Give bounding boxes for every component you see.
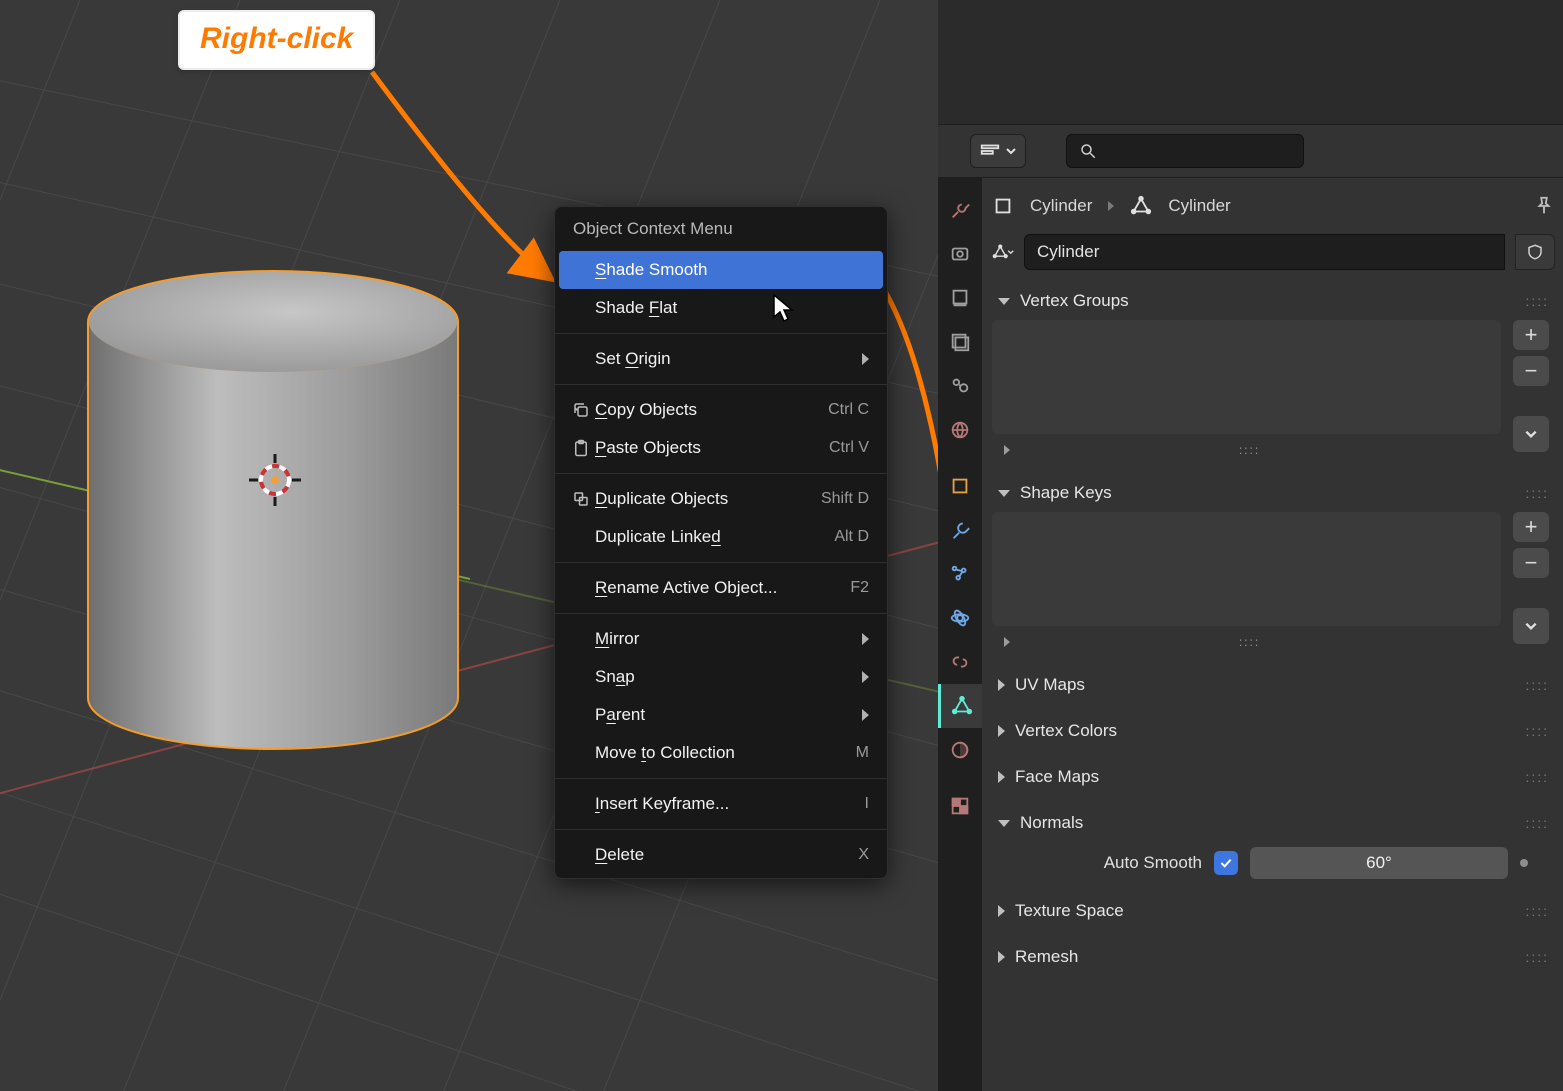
tab-scene[interactable] [938,364,982,408]
menu-duplicate-objects[interactable]: Duplicate Objects Shift D [555,480,887,518]
panel-vertex-groups-header[interactable]: Vertex Groups :::: [992,282,1555,320]
vertex-groups-list[interactable] [992,320,1501,434]
tab-texture[interactable] [938,784,982,828]
tab-particles[interactable] [938,552,982,596]
menu-shade-flat[interactable]: Shade Flat [555,289,887,327]
fake-user-toggle[interactable] [1515,234,1555,270]
disclosure-down-icon [998,820,1010,827]
properties-tab-strip [938,178,982,1091]
tab-tool[interactable] [938,188,982,232]
menu-parent[interactable]: Parent [555,696,887,734]
disclosure-down-icon [998,298,1010,305]
breadcrumb-data[interactable]: Cylinder [1168,196,1230,216]
mouse-cursor-icon [772,293,796,325]
drag-handle-icon[interactable]: :::: [1525,903,1549,919]
tab-view-layer[interactable] [938,320,982,364]
remove-button[interactable]: − [1513,356,1549,386]
context-menu-title: Object Context Menu [555,207,887,251]
tab-object[interactable] [938,464,982,508]
callout-text: Right-click [200,22,353,55]
drag-handle-icon[interactable]: :::: [1525,723,1549,739]
panel-texture-space-header[interactable]: Texture Space :::: [992,892,1555,930]
expand-icon[interactable] [1004,445,1010,455]
chevron-right-icon [862,709,869,721]
menu-shade-smooth[interactable]: Shade Smooth [559,251,883,289]
tab-output[interactable] [938,276,982,320]
panel-face-maps-header[interactable]: Face Maps :::: [992,758,1555,796]
duplicate-icon [567,490,595,508]
tab-render[interactable] [938,232,982,276]
menu-copy-objects[interactable]: Copy Objects Ctrl C [555,391,887,429]
paste-icon [567,439,595,457]
disclosure-down-icon [998,490,1010,497]
properties-editor: Cylinder Cylinder Cylinder [938,178,1563,1091]
chevron-right-icon [1108,201,1114,211]
disclosure-right-icon [998,951,1005,963]
panel-normals-header[interactable]: Normals :::: [992,804,1555,842]
panel-remesh-header[interactable]: Remesh :::: [992,938,1555,976]
chevron-right-icon [862,353,869,365]
specials-menu-button[interactable] [1513,608,1549,644]
panel-uv-maps-header[interactable]: UV Maps :::: [992,666,1555,704]
tab-material[interactable] [938,728,982,772]
cylinder-object[interactable] [89,272,457,748]
tab-physics[interactable] [938,596,982,640]
resize-handle-icon[interactable]: :::: [1239,443,1260,457]
expand-icon[interactable] [1004,637,1010,647]
panel-vertex-colors-header[interactable]: Vertex Colors :::: [992,712,1555,750]
auto-smooth-checkbox[interactable] [1214,851,1238,875]
menu-delete[interactable]: Delete X [555,836,887,874]
breadcrumb: Cylinder Cylinder [992,188,1555,224]
outliner-area[interactable] [938,0,1563,124]
disclosure-right-icon [998,679,1005,691]
chevron-right-icon [862,671,869,683]
drag-handle-icon[interactable]: :::: [1525,677,1549,693]
drag-handle-icon[interactable]: :::: [1525,293,1549,309]
menu-paste-objects[interactable]: Paste Objects Ctrl V [555,429,887,467]
mesh-name-input[interactable]: Cylinder [1024,234,1505,270]
search-icon [1079,142,1097,160]
disclosure-right-icon [998,771,1005,783]
menu-mirror[interactable]: Mirror [555,620,887,658]
disclosure-right-icon [998,725,1005,737]
object-context-menu: Object Context Menu Shade Smooth Shade F… [554,206,888,879]
add-button[interactable]: + [1513,320,1549,350]
disclosure-right-icon [998,905,1005,917]
copy-icon [567,401,595,419]
chevron-right-icon [862,633,869,645]
tab-modifiers[interactable] [938,508,982,552]
shape-keys-list[interactable] [992,512,1501,626]
menu-rename-active-object[interactable]: Rename Active Object... F2 [555,569,887,607]
auto-smooth-label: Auto Smooth [1032,853,1202,873]
breadcrumb-object[interactable]: Cylinder [1030,196,1092,216]
drag-handle-icon[interactable]: :::: [1525,769,1549,785]
add-button[interactable]: + [1513,512,1549,542]
annotation-callout: Right-click [178,10,375,70]
tab-constraints[interactable] [938,640,982,684]
remove-button[interactable]: − [1513,548,1549,578]
menu-insert-keyframe[interactable]: Insert Keyframe... I [555,785,887,823]
drag-handle-icon[interactable]: :::: [1525,815,1549,831]
tab-world[interactable] [938,408,982,452]
tab-object-data[interactable] [938,684,982,728]
panel-shape-keys-header[interactable]: Shape Keys :::: [992,474,1555,512]
resize-handle-icon[interactable]: :::: [1239,635,1260,649]
auto-smooth-angle-field[interactable]: 60° [1250,847,1508,879]
menu-move-to-collection[interactable]: Move to Collection M [555,734,887,772]
editor-type-selector[interactable] [970,134,1026,168]
menu-set-origin[interactable]: Set Origin [555,340,887,378]
properties-header [938,124,1563,178]
specials-menu-button[interactable] [1513,416,1549,452]
menu-snap[interactable]: Snap [555,658,887,696]
pin-icon[interactable] [1533,195,1555,217]
drag-handle-icon[interactable]: :::: [1525,949,1549,965]
mesh-data-icon[interactable] [992,241,1014,263]
drag-handle-icon[interactable]: :::: [1525,485,1549,501]
mesh-data-icon [1130,195,1152,217]
animate-property-icon[interactable] [1520,859,1528,867]
object-icon [992,195,1014,217]
menu-duplicate-linked[interactable]: Duplicate Linked Alt D [555,518,887,556]
properties-search[interactable] [1066,134,1304,168]
